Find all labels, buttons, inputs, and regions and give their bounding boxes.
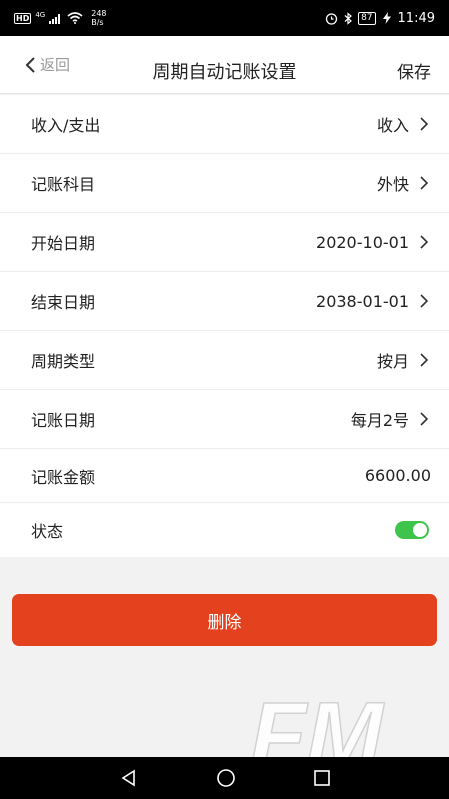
toggle-knob	[413, 523, 427, 537]
row-status: 状态	[0, 503, 449, 557]
wifi-icon	[67, 12, 83, 24]
system-nav-bar	[0, 757, 449, 799]
status-right: 87 11:49	[325, 11, 435, 26]
amount-input[interactable]: 6600.00	[365, 466, 431, 485]
hd-badge: HD	[14, 12, 32, 24]
row-value-group: 按月	[377, 348, 429, 372]
chevron-right-icon	[420, 117, 429, 131]
row-account-category[interactable]: 记账科目 外快	[0, 154, 449, 213]
chevron-right-icon	[420, 294, 429, 308]
row-value-group: 外快	[377, 171, 429, 195]
net-speed: 248 B/s	[91, 9, 106, 27]
row-amount: 记账金额 6600.00	[0, 449, 449, 503]
chevron-left-icon	[25, 56, 35, 73]
settings-list: 收入/支出 收入 记账科目 外快 开始日期 2020-10-01 结束日期 20…	[0, 95, 449, 557]
recents-square-icon[interactable]	[313, 769, 331, 787]
net-speed-value: 248	[91, 9, 107, 18]
alarm-icon	[325, 12, 338, 25]
back-label: 返回	[40, 56, 71, 74]
row-value-group: 收入	[377, 112, 429, 136]
delete-button[interactable]: 删除	[12, 594, 437, 646]
status-bar: HD 4G 248 B/s 87 11:49	[0, 0, 449, 36]
row-label: 状态	[31, 522, 64, 541]
clock-time: 11:49	[397, 10, 435, 26]
row-value-group: 2038-01-01	[316, 292, 429, 311]
signal-icon	[49, 14, 61, 24]
row-label: 记账日期	[31, 411, 96, 430]
row-value: 收入	[376, 116, 409, 135]
status-left: HD 4G 248 B/s	[14, 9, 107, 27]
row-start-date[interactable]: 开始日期 2020-10-01	[0, 213, 449, 272]
chevron-right-icon	[420, 176, 429, 190]
back-button[interactable]: 返回	[24, 54, 70, 75]
row-income-expense[interactable]: 收入/支出 收入	[0, 95, 449, 154]
nav-bar: 返回 周期自动记账设置 保存	[0, 36, 449, 94]
back-triangle-icon[interactable]	[119, 768, 139, 788]
row-end-date[interactable]: 结束日期 2038-01-01	[0, 272, 449, 331]
row-value: 2038-01-01	[316, 291, 409, 311]
row-cycle-type[interactable]: 周期类型 按月	[0, 331, 449, 390]
row-value-group: 2020-10-01	[316, 233, 429, 252]
net-speed-unit: B/s	[91, 18, 104, 27]
row-booking-date[interactable]: 记账日期 每月2号	[0, 390, 449, 449]
network-type: 4G	[35, 10, 46, 19]
row-value: 外快	[376, 175, 409, 194]
row-label: 收入/支出	[31, 116, 101, 135]
row-value-group: 每月2号	[351, 407, 429, 431]
bluetooth-icon	[344, 11, 352, 25]
row-value: 按月	[376, 352, 409, 371]
battery-level: 87	[358, 11, 376, 25]
chevron-right-icon	[420, 412, 429, 426]
row-label: 结束日期	[31, 293, 96, 312]
home-circle-icon[interactable]	[216, 768, 236, 788]
row-value: 每月2号	[350, 411, 409, 430]
row-label: 周期类型	[31, 352, 96, 371]
save-button[interactable]: 保存	[397, 58, 431, 83]
chevron-right-icon	[420, 353, 429, 367]
row-label: 记账金额	[31, 467, 96, 487]
row-value: 2020-10-01	[316, 232, 409, 252]
row-label: 记账科目	[31, 175, 96, 194]
charging-icon	[382, 12, 391, 24]
row-label: 开始日期	[31, 234, 96, 253]
status-toggle[interactable]	[395, 521, 429, 539]
chevron-right-icon	[420, 235, 429, 249]
